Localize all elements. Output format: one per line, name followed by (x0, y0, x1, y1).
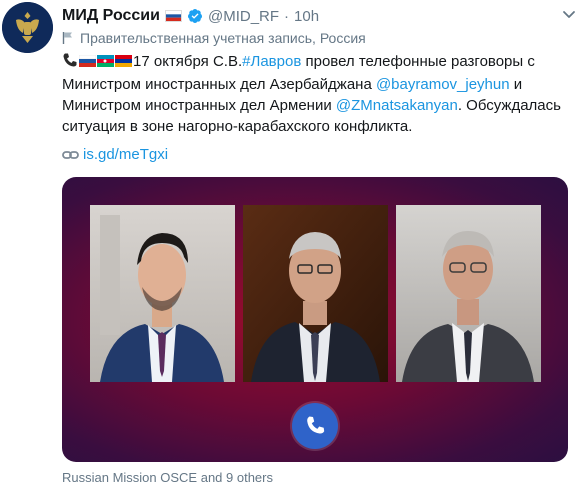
tweet-time[interactable]: 10h (294, 8, 319, 25)
mention-link-mnatsakanyan[interactable]: @ZMnatsakanyan (336, 97, 458, 114)
short-link-text: is.gd/meTgxi (83, 146, 169, 163)
phone-icon (307, 416, 325, 434)
russia-flag-icon (79, 55, 96, 67)
armenia-flag-icon (115, 55, 132, 67)
tweet-date-text: 17 октября С.В. (133, 53, 243, 70)
tweet-header: МИД России @MID_RF · 10h (62, 4, 563, 28)
government-account-label: Правительственная учетная запись, Россия (62, 30, 366, 46)
author-name[interactable]: МИД России (62, 7, 160, 25)
chevron-down-icon[interactable] (561, 6, 577, 22)
government-label-text: Правительственная учетная запись, Россия (80, 30, 366, 46)
russia-flag-icon (164, 10, 182, 22)
call-button (292, 403, 338, 449)
media-image[interactable] (62, 177, 568, 462)
link-icon (62, 150, 79, 159)
portrait-center (243, 205, 388, 382)
phone-emoji-icon (62, 52, 78, 74)
portrait-left (90, 205, 235, 382)
portrait-right (396, 205, 541, 382)
emblem-icon (2, 2, 53, 53)
retweeted-by[interactable]: Russian Mission OSCE and 9 others (62, 470, 273, 485)
avatar[interactable] (2, 2, 53, 53)
azerbaijan-flag-icon (97, 55, 114, 67)
verified-badge-icon (187, 8, 203, 24)
author-handle[interactable]: @MID_RF (208, 8, 279, 25)
hashtag-link[interactable]: #Лавров (242, 53, 301, 70)
short-link[interactable]: is.gd/meTgxi (62, 146, 168, 163)
flag-outline-icon (62, 32, 72, 44)
separator-dot: · (284, 7, 290, 25)
tweet-text: 17 октября С.В.#Лавров провел телефонные… (62, 51, 577, 137)
mention-link-bayramov[interactable]: @bayramov_jeyhun (376, 76, 510, 93)
